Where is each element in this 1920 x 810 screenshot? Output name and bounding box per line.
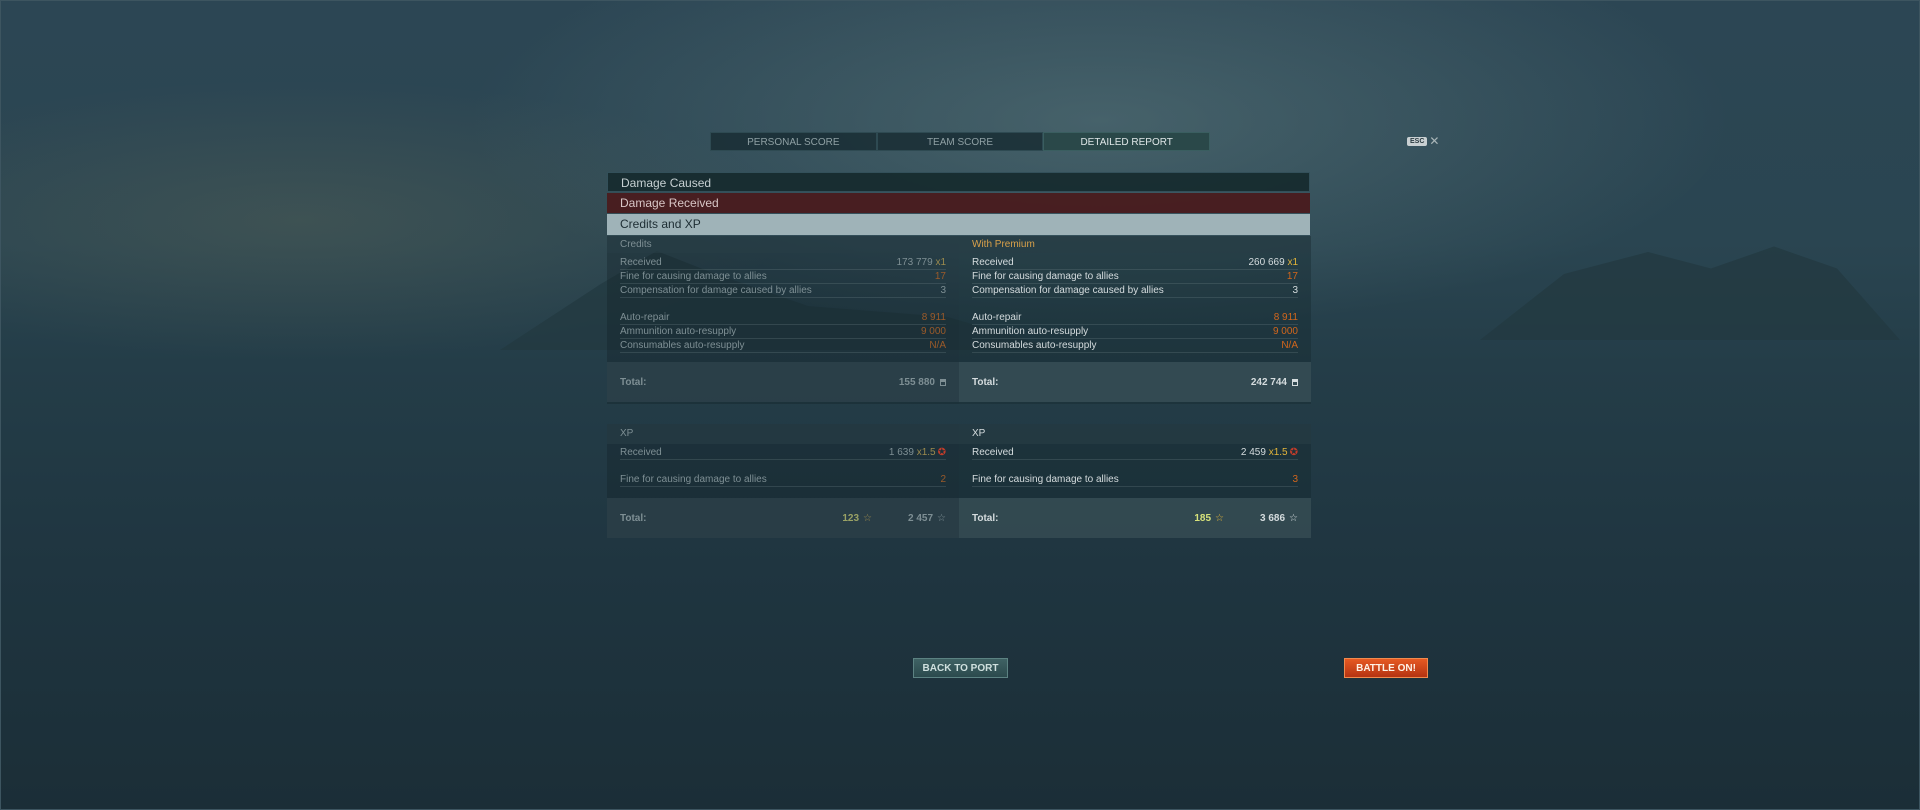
free-xp-star-icon: ☆ xyxy=(863,512,872,524)
xp-value: 2 457 xyxy=(908,512,934,524)
premium-row-ammunition: Ammunition auto-resupply 9 000 xyxy=(972,325,1298,339)
credits-header: Credits xyxy=(607,236,959,253)
row-value: 2 xyxy=(940,474,946,485)
xp-panel: XP Received 1 639 x1.5 ✪ Fine for causing… xyxy=(607,424,959,538)
report-tabs: PERSONAL SCORE TEAM SCORE DETAILED REPOR… xyxy=(710,132,1211,151)
multiplier-value: x1 xyxy=(935,257,946,268)
close-icon[interactable]: ✕ xyxy=(1429,135,1439,147)
total-label: Total: xyxy=(620,376,647,388)
row-value: 260 669 xyxy=(1248,257,1285,268)
xp-row-received: Received 1 639 x1.5 ✪ xyxy=(620,446,946,460)
xp-premium-total: Total: 185 ☆ 3 686 ☆ xyxy=(959,498,1311,538)
xp-premium-panel: XP Received 2 459 x1.5 ✪ Fine for causing… xyxy=(959,424,1311,538)
esc-key-label: ESC xyxy=(1407,136,1428,146)
row-value: 3 xyxy=(1292,474,1298,485)
total-value: 242 744 xyxy=(1250,376,1287,388)
row-value: 3 xyxy=(940,285,946,296)
row-value: 17 xyxy=(934,271,946,282)
premium-row-fine: Fine for causing damage to allies 17 xyxy=(972,270,1298,284)
tab-team-score[interactable]: TEAM SCORE xyxy=(876,132,1044,151)
xp-row-fine: Fine for causing damage to allies 2 xyxy=(620,473,946,487)
row-label: Fine for causing damage to allies xyxy=(972,474,1119,485)
row-label: Received xyxy=(972,447,1014,458)
credits-row-compensation: Compensation for damage caused by allies… xyxy=(620,284,946,298)
row-label: Consumables auto-resupply xyxy=(972,340,1097,351)
screen-frame xyxy=(0,0,1920,810)
section-credits-and-xp[interactable]: Credits and XP xyxy=(607,214,1310,235)
row-value: 8 911 xyxy=(1273,312,1298,323)
credits-row-received: Received 173 779 x1 xyxy=(620,256,946,270)
xp-star-icon: ☆ xyxy=(1289,512,1298,524)
credits-row-consumables: Consumables auto-resupply N/A xyxy=(620,339,946,353)
row-value: 17 xyxy=(1286,271,1298,282)
row-value: N/A xyxy=(1281,340,1298,351)
row-label: Fine for causing damage to allies xyxy=(620,271,767,282)
total-label: Total: xyxy=(972,376,999,388)
tab-detailed-report[interactable]: DETAILED REPORT xyxy=(1043,132,1211,151)
back-to-port-button[interactable]: BACK TO PORT xyxy=(913,658,1008,678)
credits-row-ammunition: Ammunition auto-resupply 9 000 xyxy=(620,325,946,339)
row-value: N/A xyxy=(929,340,946,351)
credits-row-auto-repair: Auto-repair 8 911 xyxy=(620,311,946,325)
xp-header: XP xyxy=(607,424,959,444)
row-value: 9 000 xyxy=(1272,326,1298,337)
xp-premium-row-received: Received 2 459 x1.5 ✪ xyxy=(972,446,1298,460)
free-xp-value: 185 xyxy=(1194,512,1212,524)
multiplier-value: x1.5 xyxy=(1268,447,1288,458)
premium-row-auto-repair: Auto-repair 8 911 xyxy=(972,311,1298,325)
credit-icon xyxy=(1292,378,1298,386)
row-label: Compensation for damage caused by allies xyxy=(972,285,1164,296)
credit-icon xyxy=(940,378,946,386)
xp-premium-row-fine: Fine for causing damage to allies 3 xyxy=(972,473,1298,487)
total-label: Total: xyxy=(972,512,999,524)
xp-multiplier-icon: ✪ xyxy=(937,447,946,458)
premium-panel: With Premium Received 260 669 x1 Fine fo… xyxy=(959,236,1311,404)
row-label: Received xyxy=(972,257,1014,268)
premium-row-compensation: Compensation for damage caused by allies… xyxy=(972,284,1298,298)
row-label: Received xyxy=(620,257,662,268)
row-value: 3 xyxy=(1292,285,1298,296)
row-label: Received xyxy=(620,447,662,458)
free-xp-value: 123 xyxy=(842,512,860,524)
esc-close-button[interactable]: ESC ✕ xyxy=(1407,135,1439,147)
row-label: Compensation for damage caused by allies xyxy=(620,285,812,296)
credits-total: Total: 155 880 xyxy=(607,362,959,402)
row-value: 173 779 xyxy=(896,257,933,268)
multiplier-value: x1.5 xyxy=(916,447,936,458)
row-value: 1 639 xyxy=(888,447,914,458)
xp-premium-header: XP xyxy=(959,424,1311,444)
row-label: Auto-repair xyxy=(972,312,1022,323)
section-damage-received[interactable]: Damage Received xyxy=(607,193,1310,213)
premium-total: Total: 242 744 xyxy=(959,362,1311,402)
row-label: Ammunition auto-resupply xyxy=(620,326,737,337)
tab-personal-score[interactable]: PERSONAL SCORE xyxy=(710,132,877,151)
premium-row-received: Received 260 669 x1 xyxy=(972,256,1298,270)
row-value: 2 459 xyxy=(1240,447,1266,458)
row-value: 8 911 xyxy=(921,312,946,323)
credits-row-fine: Fine for causing damage to allies 17 xyxy=(620,270,946,284)
free-xp-star-icon: ☆ xyxy=(1215,512,1224,524)
xp-value: 3 686 xyxy=(1260,512,1286,524)
premium-row-consumables: Consumables auto-resupply N/A xyxy=(972,339,1298,353)
row-label: Fine for causing damage to allies xyxy=(620,474,767,485)
section-damage-caused[interactable]: Damage Caused xyxy=(607,172,1310,192)
total-value: 155 880 xyxy=(898,376,935,388)
row-label: Auto-repair xyxy=(620,312,670,323)
xp-multiplier-icon: ✪ xyxy=(1289,447,1298,458)
xp-star-icon: ☆ xyxy=(937,512,946,524)
multiplier-value: x1 xyxy=(1287,257,1298,268)
row-label: Consumables auto-resupply xyxy=(620,340,745,351)
credits-panel: Credits Received 173 779 x1 Fine for cau… xyxy=(607,236,959,404)
premium-header: With Premium xyxy=(959,236,1311,253)
xp-total: Total: 123 ☆ 2 457 ☆ xyxy=(607,498,959,538)
row-value: 9 000 xyxy=(920,326,946,337)
background-island-right xyxy=(1480,246,1900,340)
battle-on-button[interactable]: BATTLE ON! xyxy=(1344,658,1428,678)
total-label: Total: xyxy=(620,512,647,524)
row-label: Fine for causing damage to allies xyxy=(972,271,1119,282)
row-label: Ammunition auto-resupply xyxy=(972,326,1089,337)
